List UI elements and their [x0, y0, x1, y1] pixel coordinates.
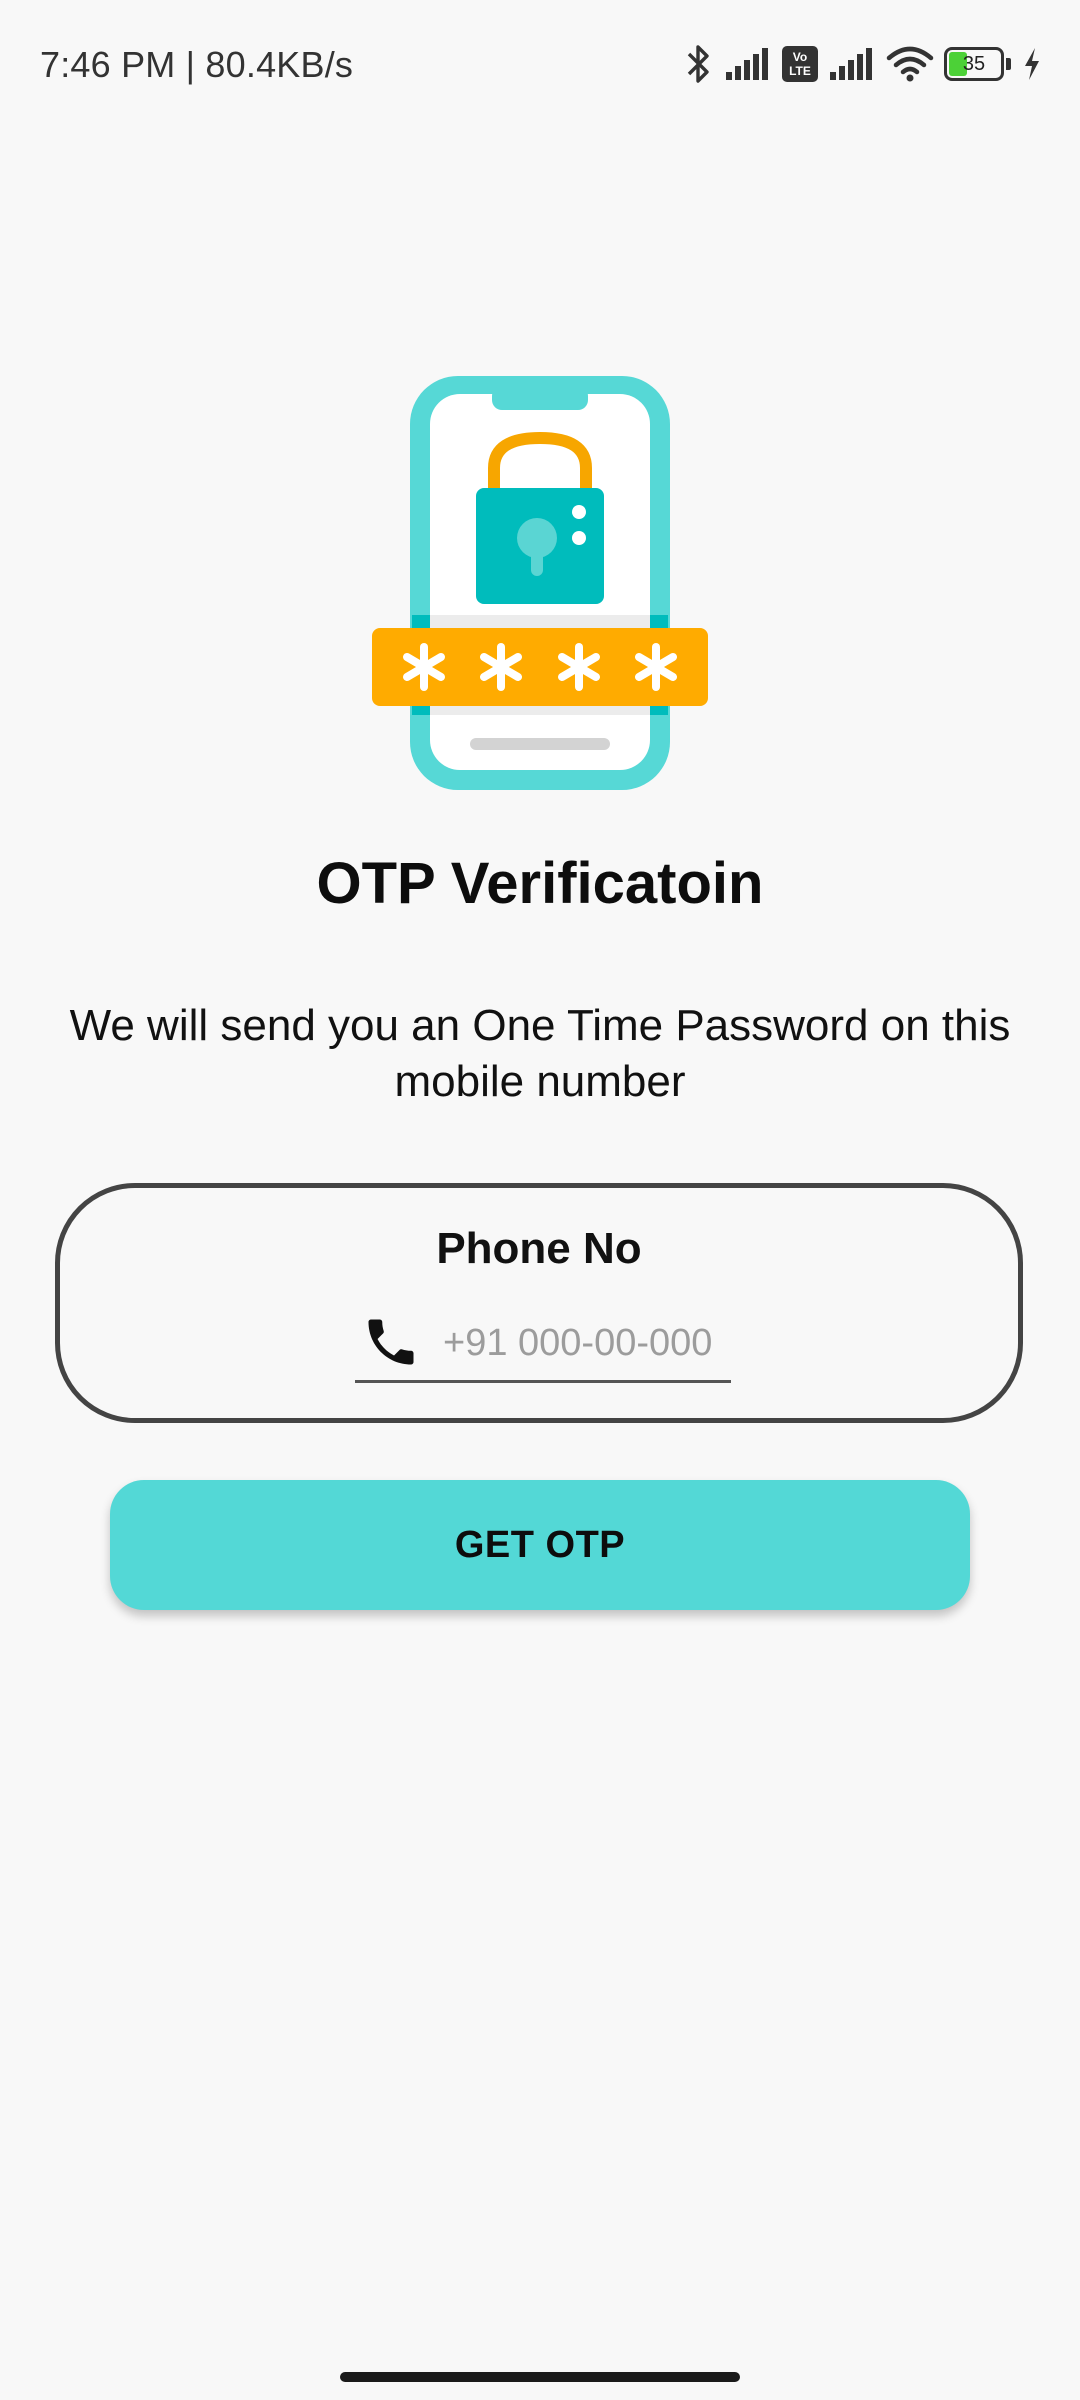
page-title: OTP Verificatoin: [316, 851, 764, 916]
status-icons: Vo LTE 35: [684, 42, 1042, 86]
charging-icon: [1025, 48, 1039, 80]
battery-level: 35: [962, 53, 986, 75]
phone-field[interactable]: [355, 1306, 731, 1383]
page-subtitle: We will send you an One Time Password on…: [69, 1001, 1011, 1106]
volte-badge-text: Vo LTE: [789, 50, 811, 78]
signal-icon: [830, 48, 872, 80]
phone-label: Phone No: [436, 1224, 642, 1273]
wifi-icon: [886, 46, 934, 82]
status-bar: 7:46 PM | 80.4KB/s Vo LTE 35: [0, 0, 1080, 130]
bluetooth-icon: [687, 45, 709, 83]
phone-icon: [368, 1319, 414, 1365]
phone-lock-illustration: [372, 376, 708, 790]
phone-input[interactable]: [443, 1314, 729, 1372]
volte-icon: Vo LTE: [782, 46, 818, 82]
status-time-speed: 7:46 PM | 80.4KB/s: [40, 44, 354, 85]
battery-icon: 35: [944, 47, 1012, 81]
get-otp-button[interactable]: GET OTP: [110, 1480, 970, 1610]
home-indicator[interactable]: [340, 2372, 740, 2382]
signal-icon: [726, 48, 768, 80]
phone-number-card: Phone No: [55, 1183, 1023, 1423]
